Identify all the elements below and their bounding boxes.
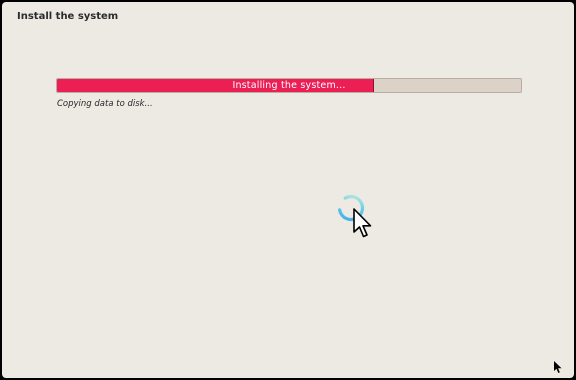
install-progress-bar: Installing the system...	[56, 78, 522, 93]
corner-pointer-icon	[554, 361, 562, 373]
installer-screen: Install the system Installing the system…	[2, 2, 574, 378]
status-text: Copying data to disk...	[57, 99, 153, 109]
page-title: Install the system	[17, 11, 119, 22]
arrow-pointer-icon	[353, 208, 372, 238]
progress-label: Installing the system...	[232, 80, 346, 91]
